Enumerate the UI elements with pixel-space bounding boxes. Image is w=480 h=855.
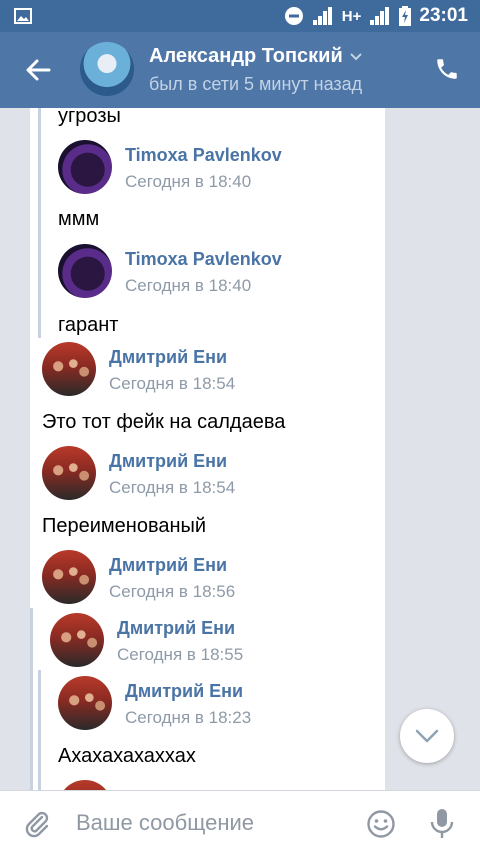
sender-name[interactable]: Дмитрий Ени: [109, 555, 227, 576]
message-text: Переименованый: [42, 515, 207, 537]
message-text: Это тот фейк на салдаева: [42, 411, 286, 433]
message-time: Сегодня в 18:55: [117, 645, 244, 664]
message-text: ммм: [58, 208, 100, 230]
chevron-down-icon[interactable]: [349, 52, 363, 62]
message-text: Ахахахахаххах: [58, 745, 196, 767]
contact-name[interactable]: Александр Топский: [149, 45, 363, 68]
sender-avatar[interactable]: [58, 676, 112, 730]
back-arrow-icon[interactable]: [24, 56, 52, 84]
message-time: Сегодня в 18:40: [125, 172, 252, 191]
message-time: Сегодня в 18:56: [109, 582, 236, 601]
emoji-smile-icon[interactable]: [366, 809, 396, 839]
forward-line: [38, 108, 41, 338]
forward-line: [30, 608, 33, 790]
message-time: Сегодня в 18:54: [109, 478, 236, 497]
phone-call-icon[interactable]: [434, 56, 460, 82]
sender-avatar[interactable]: [58, 140, 112, 194]
network-type: H+: [341, 7, 362, 25]
message-text: гарант: [58, 314, 119, 336]
message-compose-bar: [0, 790, 480, 855]
message-time: Сегодня в 18:40: [125, 276, 252, 295]
status-time: 23:01: [419, 5, 468, 26]
battery-charging-icon: [399, 6, 412, 26]
sender-name[interactable]: Timoxa Pavlenkov: [125, 249, 282, 270]
sender-avatar[interactable]: [42, 446, 96, 500]
status-bar: H+ 23:01: [0, 0, 480, 32]
forward-line: [38, 670, 41, 790]
sender-name[interactable]: Timoxa Pavlenkov: [125, 145, 282, 166]
chat-area[interactable]: угрозы Timoxa Pavlenkov Сегодня в 18:40 …: [0, 108, 480, 790]
do-not-disturb-icon: [284, 7, 303, 25]
chat-header: Александр Топский был в сети 5 минут наз…: [0, 32, 480, 108]
gallery-notification-icon: [14, 8, 32, 24]
sender-name[interactable]: Дмитрий Ени: [125, 681, 243, 702]
sender-avatar[interactable]: [42, 342, 96, 396]
sender-name[interactable]: Дмитрий Ени: [109, 347, 227, 368]
sender-avatar[interactable]: [50, 613, 104, 667]
attach-paperclip-icon[interactable]: [22, 809, 52, 839]
sender-avatar[interactable]: [58, 244, 112, 298]
sender-avatar[interactable]: [42, 550, 96, 604]
microphone-icon[interactable]: [428, 807, 456, 841]
message-input[interactable]: [76, 805, 346, 841]
message-text: угрозы: [58, 108, 121, 127]
message-time: Сегодня в 18:54: [109, 374, 236, 393]
scroll-down-button[interactable]: [400, 709, 454, 763]
chevron-down-icon: [415, 729, 439, 743]
message-time: Сегодня в 18:23: [125, 708, 252, 727]
contact-avatar[interactable]: [80, 42, 134, 96]
contact-status: был в сети 5 минут назад: [149, 74, 363, 94]
signal-icon-2: [370, 7, 390, 25]
signal-icon: [312, 7, 332, 25]
sender-name[interactable]: Дмитрий Ени: [117, 618, 235, 639]
sender-name[interactable]: Дмитрий Ени: [109, 451, 227, 472]
